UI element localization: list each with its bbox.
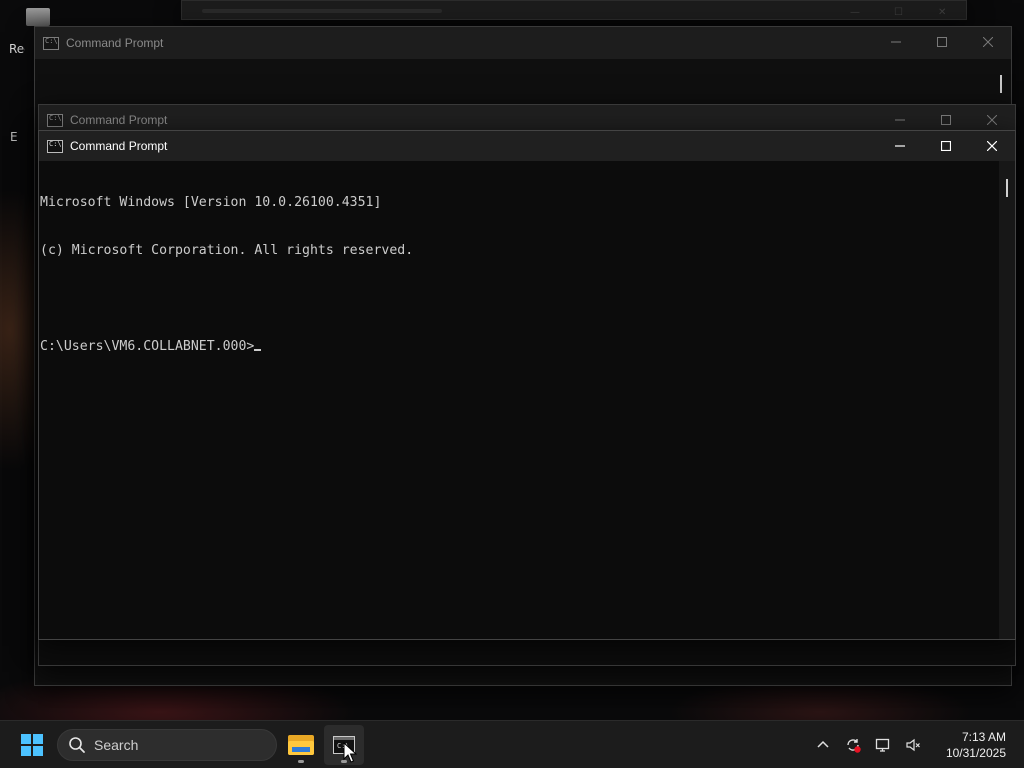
minimize-button[interactable] bbox=[873, 27, 919, 57]
close-icon bbox=[987, 115, 997, 125]
clock-date: 10/31/2025 bbox=[945, 746, 1006, 760]
network-icon bbox=[875, 738, 890, 752]
close-icon[interactable]: ✕ bbox=[938, 7, 946, 18]
network-button[interactable] bbox=[868, 730, 898, 760]
maximize-icon bbox=[941, 141, 951, 151]
start-button[interactable] bbox=[14, 729, 50, 761]
chevron-up-icon bbox=[817, 740, 829, 748]
background-window[interactable]: — ☐ ✕ bbox=[181, 0, 967, 20]
clock[interactable]: 7:13 AM 10/31/2025 bbox=[928, 729, 1024, 761]
sync-icon bbox=[847, 739, 861, 753]
maximize-button[interactable] bbox=[919, 27, 965, 57]
maximize-icon[interactable]: ☐ bbox=[894, 7, 903, 18]
file-explorer-button[interactable] bbox=[281, 725, 321, 765]
volume-muted-icon bbox=[906, 738, 920, 752]
close-icon bbox=[983, 37, 993, 47]
volume-button[interactable] bbox=[898, 730, 928, 760]
window-title: Command Prompt bbox=[66, 36, 164, 50]
minimize-icon bbox=[895, 119, 905, 121]
show-hidden-icons-button[interactable] bbox=[808, 730, 838, 760]
close-button[interactable] bbox=[969, 131, 1015, 161]
running-indicator bbox=[298, 760, 304, 763]
minimize-icon bbox=[895, 145, 905, 147]
window-title: Command Prompt bbox=[70, 113, 168, 127]
maximize-icon bbox=[941, 115, 951, 125]
desktop-icon-label: Rec bbox=[9, 42, 25, 56]
cmd-icon bbox=[43, 36, 59, 50]
command-prompt-path[interactable]: C:\Users\VM6.COLLABNET.000> bbox=[40, 339, 254, 354]
search-placeholder: Search bbox=[94, 737, 139, 753]
minimize-icon[interactable]: — bbox=[850, 7, 860, 18]
console-line: (c) Microsoft Corporation. All rights re… bbox=[40, 243, 414, 258]
sync-status-button[interactable] bbox=[838, 730, 868, 760]
close-icon bbox=[987, 141, 997, 151]
maximize-button[interactable] bbox=[923, 131, 969, 161]
cmd-icon bbox=[47, 113, 63, 127]
scrollbar-thumb[interactable] bbox=[1006, 179, 1008, 197]
console-output[interactable]: Microsoft Windows [Version 10.0.26100.43… bbox=[39, 161, 999, 639]
search-box[interactable]: Search bbox=[57, 729, 277, 761]
minimize-icon bbox=[891, 41, 901, 43]
recycle-bin-icon[interactable] bbox=[26, 8, 50, 26]
mouse-pointer-icon bbox=[343, 742, 357, 763]
desktop-icon-label-2: E bbox=[10, 130, 18, 144]
title-bar[interactable]: Command Prompt bbox=[35, 27, 1011, 59]
window-bar bbox=[202, 9, 442, 13]
taskbar: Search C:\ 7:13 AM 10/31/2025 bbox=[0, 720, 1024, 768]
cmd-icon bbox=[47, 139, 63, 153]
console-line: Microsoft Windows [Version 10.0.26100.43… bbox=[40, 195, 382, 210]
system-tray: 7:13 AM 10/31/2025 bbox=[808, 721, 1024, 768]
text-cursor bbox=[254, 349, 262, 351]
search-icon bbox=[69, 737, 85, 753]
window-title: Command Prompt bbox=[70, 139, 168, 153]
maximize-icon bbox=[937, 37, 947, 47]
title-bar[interactable]: Command Prompt bbox=[39, 131, 1015, 161]
minimize-button[interactable] bbox=[877, 131, 923, 161]
folder-icon bbox=[288, 735, 314, 755]
close-button[interactable] bbox=[965, 27, 1011, 57]
scrollbar-thumb[interactable] bbox=[1000, 75, 1002, 93]
vertical-scrollbar[interactable] bbox=[999, 161, 1015, 639]
cmd-window-active[interactable]: Command Prompt Microsoft Windows [Versio… bbox=[38, 130, 1016, 640]
clock-time: 7:13 AM bbox=[961, 730, 1006, 744]
windows-logo-icon bbox=[21, 734, 43, 756]
